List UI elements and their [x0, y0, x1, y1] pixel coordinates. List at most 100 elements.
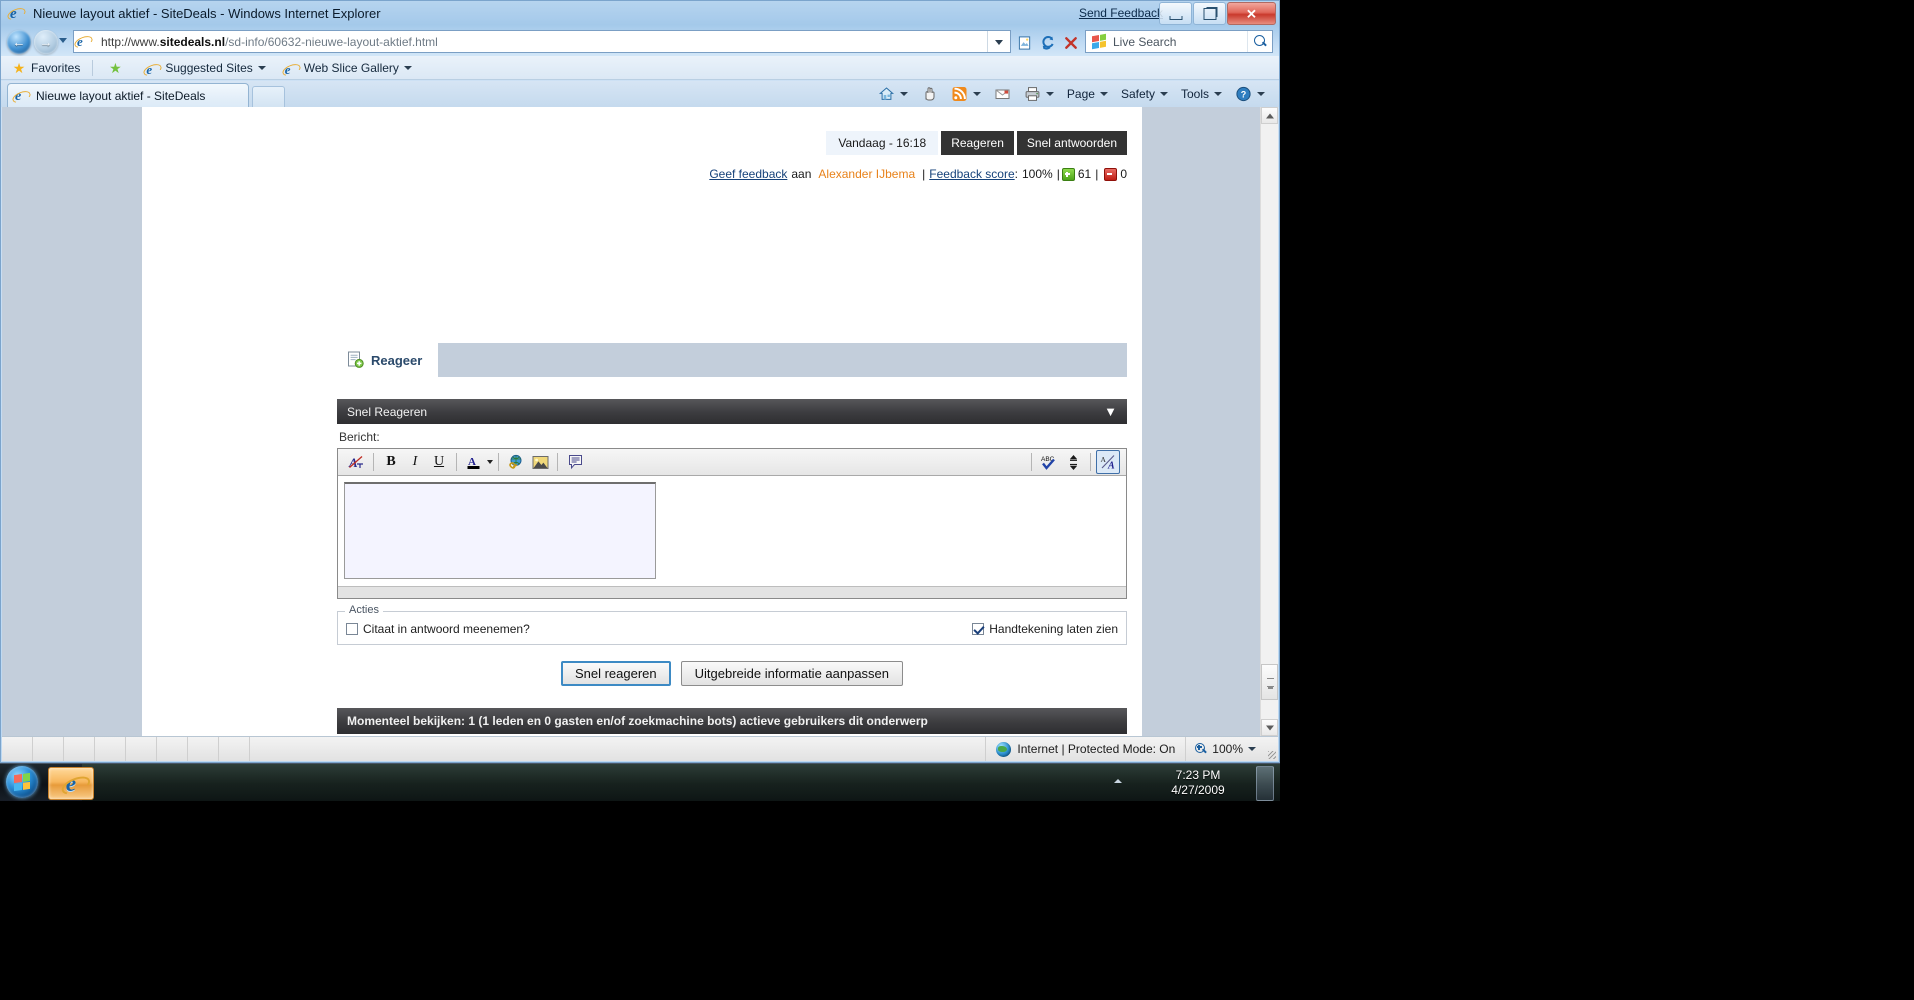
quick-reply-header[interactable]: Snel Reageren ▼ [337, 399, 1127, 424]
page-left-rail [2, 107, 142, 736]
chevron-down-icon [257, 65, 266, 70]
toggle-wysiwyg-icon[interactable]: A A [1096, 450, 1120, 474]
restore-button[interactable] [1193, 2, 1226, 25]
ie-icon: e [146, 61, 153, 77]
spell-check-icon[interactable]: ABC [1037, 450, 1061, 474]
scroll-up-button[interactable] [1261, 107, 1278, 124]
feedback-username[interactable]: Alexander IJbema [818, 167, 915, 181]
signature-checkbox[interactable] [972, 623, 985, 635]
status-bar-left [2, 737, 985, 761]
favorites-item-suggested-sites[interactable]: e Suggested Sites [138, 57, 273, 79]
search-input[interactable]: Live Search [1085, 30, 1273, 53]
taskbar[interactable]: e 7:23 PM 4/27/2009 [0, 763, 1280, 801]
title-bar[interactable]: e Nieuwe layout aktief - SiteDeals - Win… [1, 1, 1279, 28]
status-cell [157, 737, 188, 761]
security-zone-indicator[interactable]: Internet | Protected Mode: On [985, 737, 1185, 761]
navigation-bar: ← → e http://www.sitedeals.nl/sd-info/60… [1, 29, 1279, 55]
italic-icon[interactable]: I [403, 450, 427, 474]
safety-menu-button[interactable]: Safety [1115, 82, 1174, 106]
post-timestamp-box: Vandaag - 16:18 [826, 131, 939, 155]
message-textarea[interactable] [344, 482, 656, 579]
favorites-item-web-slice-gallery[interactable]: e Web Slice Gallery [277, 57, 420, 79]
insert-link-icon[interactable] [504, 450, 528, 474]
print-button[interactable] [1018, 82, 1060, 106]
search-icon[interactable] [1247, 31, 1272, 52]
chevron-down-icon[interactable] [1248, 747, 1256, 751]
system-tray[interactable]: 7:23 PM 4/27/2009 [1100, 764, 1276, 801]
scroll-down-button[interactable] [1261, 719, 1278, 736]
feed-page-icon: e [284, 61, 291, 77]
favorites-item-label: Web Slice Gallery [303, 60, 399, 75]
help-button[interactable]: ? [1229, 82, 1271, 106]
minimize-button[interactable] [1159, 2, 1192, 25]
quote-checkbox-label: Citaat in antwoord meenemen? [363, 622, 530, 636]
mail-button[interactable] [988, 82, 1017, 106]
print-icon [1025, 87, 1040, 101]
font-color-icon[interactable]: A [462, 450, 486, 474]
remove-formatting-icon[interactable]: A [344, 450, 368, 474]
safety-menu-label: Safety [1120, 87, 1155, 101]
snel-antwoorden-button[interactable]: Snel antwoorden [1016, 131, 1127, 155]
zoom-control[interactable]: 100% [1185, 737, 1264, 761]
insert-quote-icon[interactable] [563, 450, 587, 474]
actions-row: Citaat in antwoord meenemen? Handtekenin… [346, 622, 1118, 636]
vertical-scrollbar[interactable] [1260, 107, 1278, 736]
message-editor: A B I U A ABC A A [337, 448, 1127, 599]
chevron-down-icon[interactable]: ▼ [1104, 404, 1117, 419]
refresh-icon[interactable] [1036, 30, 1060, 55]
tools-menu-button[interactable]: Tools [1175, 82, 1228, 106]
address-bar[interactable]: e http://www.sitedeals.nl/sd-info/60632-… [73, 30, 1011, 53]
home-button[interactable] [872, 82, 914, 106]
mail-icon [995, 89, 1010, 99]
taskbar-item-internet-explorer[interactable]: e [48, 767, 94, 800]
url-domain: sitedeals.nl [159, 34, 226, 49]
windows-start-orb[interactable] [6, 766, 38, 798]
compatibility-view-icon[interactable] [1013, 30, 1037, 55]
favorites-button[interactable]: ★ Favorites [4, 57, 88, 79]
signature-checkbox-wrapper[interactable]: Handtekening laten zien [972, 622, 1118, 636]
clock-date: 4/27/2009 [1171, 783, 1225, 797]
clock-time: 7:23 PM [1175, 768, 1221, 782]
browser-content-area: Vandaag - 16:18 Reageren Snel antwoorden… [2, 107, 1278, 736]
read-mail-button[interactable] [915, 82, 944, 106]
underline-icon[interactable]: U [427, 450, 451, 474]
forward-arrow-icon[interactable]: → [34, 30, 58, 54]
resize-grip[interactable] [1264, 737, 1278, 761]
quote-checkbox[interactable] [346, 623, 358, 635]
chevron-down-icon [899, 92, 908, 96]
quote-checkbox-wrapper[interactable]: Citaat in antwoord meenemen? [346, 622, 530, 636]
send-feedback-link[interactable]: Send Feedback [1079, 6, 1163, 20]
bold-icon[interactable]: B [379, 450, 403, 474]
scrollbar-thumb[interactable] [1261, 664, 1278, 700]
reageer-button[interactable]: Reageer [337, 343, 439, 377]
add-to-favorites-bar-button[interactable]: ★ [100, 57, 135, 79]
address-dropdown-chevron-icon[interactable] [987, 31, 1010, 52]
font-size-icon[interactable] [1061, 450, 1085, 474]
taskbar-clock[interactable]: 7:23 PM 4/27/2009 [1146, 768, 1250, 798]
snel-reageren-submit-button[interactable]: Snel reageren [560, 661, 671, 686]
page-menu-button[interactable]: Page [1061, 82, 1114, 106]
rss-feed-button[interactable] [945, 82, 987, 106]
feedback-score-link[interactable]: Feedback score [929, 167, 1014, 181]
back-arrow-icon[interactable]: ← [7, 30, 31, 54]
uitgebreide-informatie-button[interactable]: Uitgebreide informatie aanpassen [680, 661, 904, 686]
post-actions-row: Vandaag - 16:18 Reageren Snel antwoorden [337, 131, 1127, 155]
refresh-glyph [1042, 35, 1054, 50]
insert-image-icon[interactable] [528, 450, 552, 474]
quick-reply-title: Snel Reageren [347, 404, 428, 419]
window-title: Nieuwe layout aktief - SiteDeals - Windo… [33, 6, 381, 21]
new-post-icon [347, 351, 364, 369]
show-hidden-icons-icon[interactable] [1114, 779, 1122, 783]
actions-legend: Acties [345, 604, 383, 616]
stop-icon[interactable] [1059, 30, 1083, 55]
reageren-button[interactable]: Reageren [941, 131, 1014, 155]
recent-pages-chevron-icon[interactable] [59, 38, 67, 43]
toggle-wysiwyg-glyph: A A [1100, 455, 1115, 470]
web-page: Vandaag - 16:18 Reageren Snel antwoorden… [2, 107, 1261, 736]
chevron-down-icon [403, 65, 412, 70]
geef-feedback-link[interactable]: Geef feedback [709, 167, 787, 181]
show-desktop-button[interactable] [1256, 766, 1274, 801]
font-color-chevron-down-icon[interactable] [487, 460, 493, 464]
editor-body [338, 476, 1126, 586]
close-button[interactable]: ✕ [1227, 2, 1276, 25]
